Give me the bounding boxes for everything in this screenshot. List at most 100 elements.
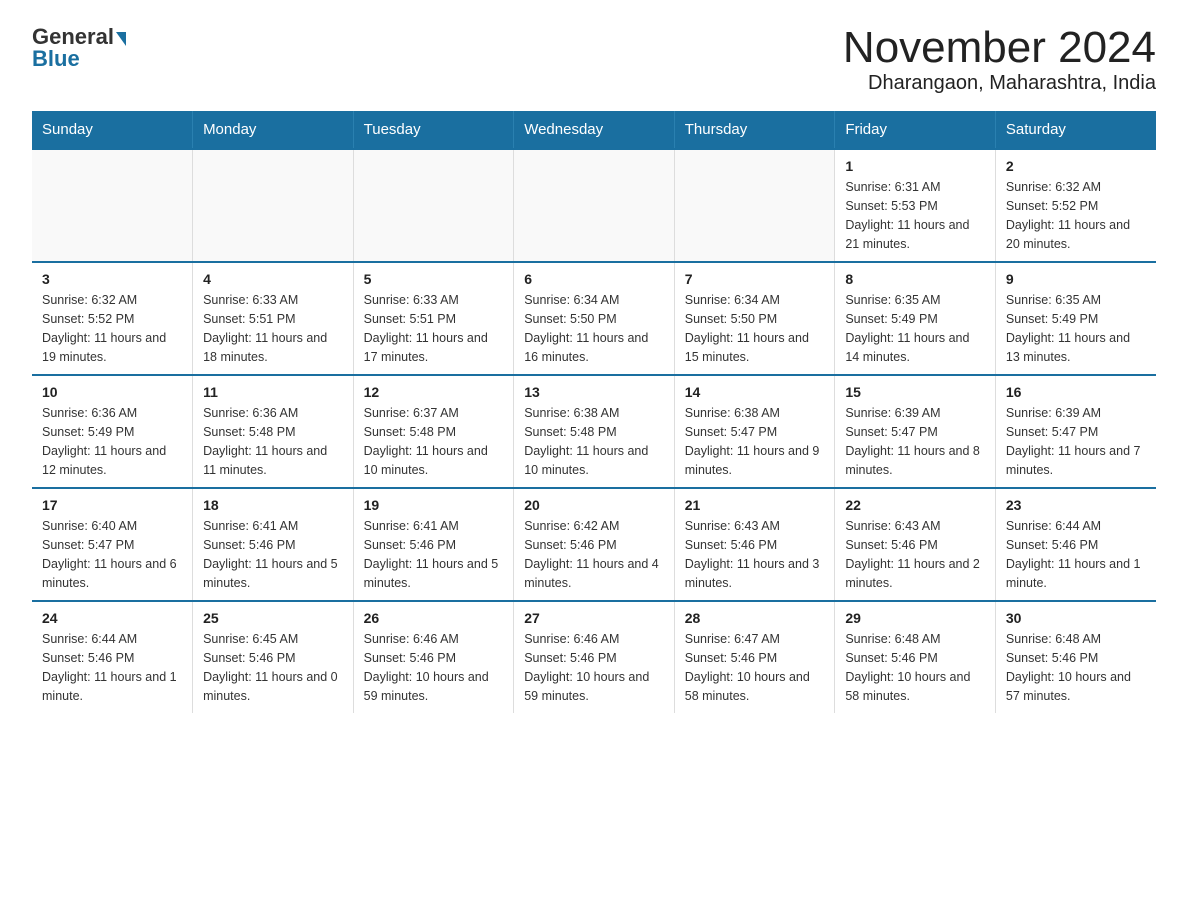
day-number: 10 [42, 384, 182, 400]
day-number: 29 [845, 610, 985, 626]
table-row: 26 Sunrise: 6:46 AM Sunset: 5:46 PM Dayli… [353, 601, 514, 713]
calendar-title: November 2024 [843, 24, 1156, 72]
title-block: November 2024 Dharangaon, Maharashtra, I… [843, 24, 1156, 95]
day-number: 19 [364, 497, 504, 513]
table-row: 2Sunrise: 6:32 AM Sunset: 5:52 PM Daylig… [995, 149, 1156, 262]
day-number: 11 [203, 384, 343, 400]
day-number: 15 [845, 384, 985, 400]
day-number: 17 [42, 497, 182, 513]
day-info: Sunrise: 6:48 AM Sunset: 5:46 PM Dayligh… [845, 630, 985, 705]
table-row: 16Sunrise: 6:39 AM Sunset: 5:47 PM Dayli… [995, 375, 1156, 488]
day-number: 6 [524, 271, 664, 287]
calendar-week-row: 10 Sunrise: 6:36 AM Sunset: 5:49 PM Dayli… [32, 375, 1156, 488]
table-row: 12Sunrise: 6:37 AM Sunset: 5:48 PM Dayli… [353, 375, 514, 488]
table-row: 8 Sunrise: 6:35 AM Sunset: 5:49 PM Daylig… [835, 262, 996, 375]
table-row [193, 149, 354, 262]
calendar-table: Sunday Monday Tuesday Wednesday Thursday… [32, 111, 1156, 713]
day-number: 8 [845, 271, 985, 287]
day-number: 24 [42, 610, 182, 626]
col-wednesday: Wednesday [514, 111, 675, 149]
table-row: 15 Sunrise: 6:39 AM Sunset: 5:47 PM Dayli… [835, 375, 996, 488]
day-number: 20 [524, 497, 664, 513]
day-number: 30 [1006, 610, 1146, 626]
day-number: 28 [685, 610, 825, 626]
table-row: 3Sunrise: 6:32 AM Sunset: 5:52 PM Daylig… [32, 262, 193, 375]
day-info: Sunrise: 6:36 AM Sunset: 5:49 PM Dayligh… [42, 404, 182, 479]
day-number: 4 [203, 271, 343, 287]
table-row: 14 Sunrise: 6:38 AM Sunset: 5:47 PM Dayli… [674, 375, 835, 488]
table-row: 1 Sunrise: 6:31 AM Sunset: 5:53 PM Daylig… [835, 149, 996, 262]
day-info: Sunrise: 6:42 AM Sunset: 5:46 PM Dayligh… [524, 517, 664, 592]
day-number: 23 [1006, 497, 1146, 513]
day-info: Sunrise: 6:41 AM Sunset: 5:46 PM Dayligh… [203, 517, 343, 592]
table-row: 13 Sunrise: 6:38 AM Sunset: 5:48 PM Dayli… [514, 375, 675, 488]
col-tuesday: Tuesday [353, 111, 514, 149]
day-number: 3 [42, 271, 182, 287]
logo-blue-text: Blue [32, 46, 80, 72]
col-friday: Friday [835, 111, 996, 149]
day-info: Sunrise: 6:34 AM Sunset: 5:50 PM Dayligh… [524, 291, 664, 366]
calendar-week-row: 24 Sunrise: 6:44 AM Sunset: 5:46 PM Dayli… [32, 601, 1156, 713]
day-number: 22 [845, 497, 985, 513]
table-row: 27Sunrise: 6:46 AM Sunset: 5:46 PM Dayli… [514, 601, 675, 713]
day-info: Sunrise: 6:43 AM Sunset: 5:46 PM Dayligh… [845, 517, 985, 592]
table-row: 22 Sunrise: 6:43 AM Sunset: 5:46 PM Dayli… [835, 488, 996, 601]
logo: General Blue [32, 24, 126, 72]
calendar-subtitle: Dharangaon, Maharashtra, India [843, 72, 1156, 95]
table-row: 6 Sunrise: 6:34 AM Sunset: 5:50 PM Daylig… [514, 262, 675, 375]
day-info: Sunrise: 6:44 AM Sunset: 5:46 PM Dayligh… [42, 630, 182, 705]
day-number: 26 [364, 610, 504, 626]
day-info: Sunrise: 6:35 AM Sunset: 5:49 PM Dayligh… [1006, 291, 1146, 366]
day-number: 13 [524, 384, 664, 400]
table-row [353, 149, 514, 262]
table-row: 20 Sunrise: 6:42 AM Sunset: 5:46 PM Dayli… [514, 488, 675, 601]
day-info: Sunrise: 6:34 AM Sunset: 5:50 PM Dayligh… [685, 291, 825, 366]
day-number: 7 [685, 271, 825, 287]
table-row: 25 Sunrise: 6:45 AM Sunset: 5:46 PM Dayli… [193, 601, 354, 713]
day-number: 2 [1006, 158, 1146, 174]
day-info: Sunrise: 6:35 AM Sunset: 5:49 PM Dayligh… [845, 291, 985, 366]
day-info: Sunrise: 6:47 AM Sunset: 5:46 PM Dayligh… [685, 630, 825, 705]
table-row: 4 Sunrise: 6:33 AM Sunset: 5:51 PM Daylig… [193, 262, 354, 375]
table-row: 23Sunrise: 6:44 AM Sunset: 5:46 PM Dayli… [995, 488, 1156, 601]
day-info: Sunrise: 6:40 AM Sunset: 5:47 PM Dayligh… [42, 517, 182, 592]
table-row: 7 Sunrise: 6:34 AM Sunset: 5:50 PM Daylig… [674, 262, 835, 375]
calendar-week-row: 3Sunrise: 6:32 AM Sunset: 5:52 PM Daylig… [32, 262, 1156, 375]
calendar-week-row: 17 Sunrise: 6:40 AM Sunset: 5:47 PM Dayli… [32, 488, 1156, 601]
day-info: Sunrise: 6:43 AM Sunset: 5:46 PM Dayligh… [685, 517, 825, 592]
col-saturday: Saturday [995, 111, 1156, 149]
table-row: 11 Sunrise: 6:36 AM Sunset: 5:48 PM Dayli… [193, 375, 354, 488]
day-info: Sunrise: 6:48 AM Sunset: 5:46 PM Dayligh… [1006, 630, 1146, 705]
table-row [32, 149, 193, 262]
calendar-header-row: Sunday Monday Tuesday Wednesday Thursday… [32, 111, 1156, 149]
table-row: 10 Sunrise: 6:36 AM Sunset: 5:49 PM Dayli… [32, 375, 193, 488]
day-info: Sunrise: 6:31 AM Sunset: 5:53 PM Dayligh… [845, 178, 985, 253]
table-row: 21 Sunrise: 6:43 AM Sunset: 5:46 PM Dayli… [674, 488, 835, 601]
day-info: Sunrise: 6:45 AM Sunset: 5:46 PM Dayligh… [203, 630, 343, 705]
day-number: 21 [685, 497, 825, 513]
day-info: Sunrise: 6:38 AM Sunset: 5:47 PM Dayligh… [685, 404, 825, 479]
table-row: 30 Sunrise: 6:48 AM Sunset: 5:46 PM Dayli… [995, 601, 1156, 713]
table-row: 19 Sunrise: 6:41 AM Sunset: 5:46 PM Dayli… [353, 488, 514, 601]
calendar-week-row: 1 Sunrise: 6:31 AM Sunset: 5:53 PM Daylig… [32, 149, 1156, 262]
day-number: 14 [685, 384, 825, 400]
day-number: 1 [845, 158, 985, 174]
day-info: Sunrise: 6:36 AM Sunset: 5:48 PM Dayligh… [203, 404, 343, 479]
day-number: 25 [203, 610, 343, 626]
table-row [674, 149, 835, 262]
day-number: 16 [1006, 384, 1146, 400]
day-number: 18 [203, 497, 343, 513]
day-info: Sunrise: 6:46 AM Sunset: 5:46 PM Dayligh… [364, 630, 504, 705]
table-row: 17 Sunrise: 6:40 AM Sunset: 5:47 PM Dayli… [32, 488, 193, 601]
day-info: Sunrise: 6:33 AM Sunset: 5:51 PM Dayligh… [203, 291, 343, 366]
page-header: General Blue November 2024 Dharangaon, M… [32, 24, 1156, 95]
table-row: 28 Sunrise: 6:47 AM Sunset: 5:46 PM Dayli… [674, 601, 835, 713]
day-info: Sunrise: 6:39 AM Sunset: 5:47 PM Dayligh… [845, 404, 985, 479]
day-info: Sunrise: 6:38 AM Sunset: 5:48 PM Dayligh… [524, 404, 664, 479]
table-row [514, 149, 675, 262]
day-info: Sunrise: 6:41 AM Sunset: 5:46 PM Dayligh… [364, 517, 504, 592]
day-number: 27 [524, 610, 664, 626]
logo-arrow-icon [116, 32, 126, 46]
col-thursday: Thursday [674, 111, 835, 149]
day-number: 5 [364, 271, 504, 287]
